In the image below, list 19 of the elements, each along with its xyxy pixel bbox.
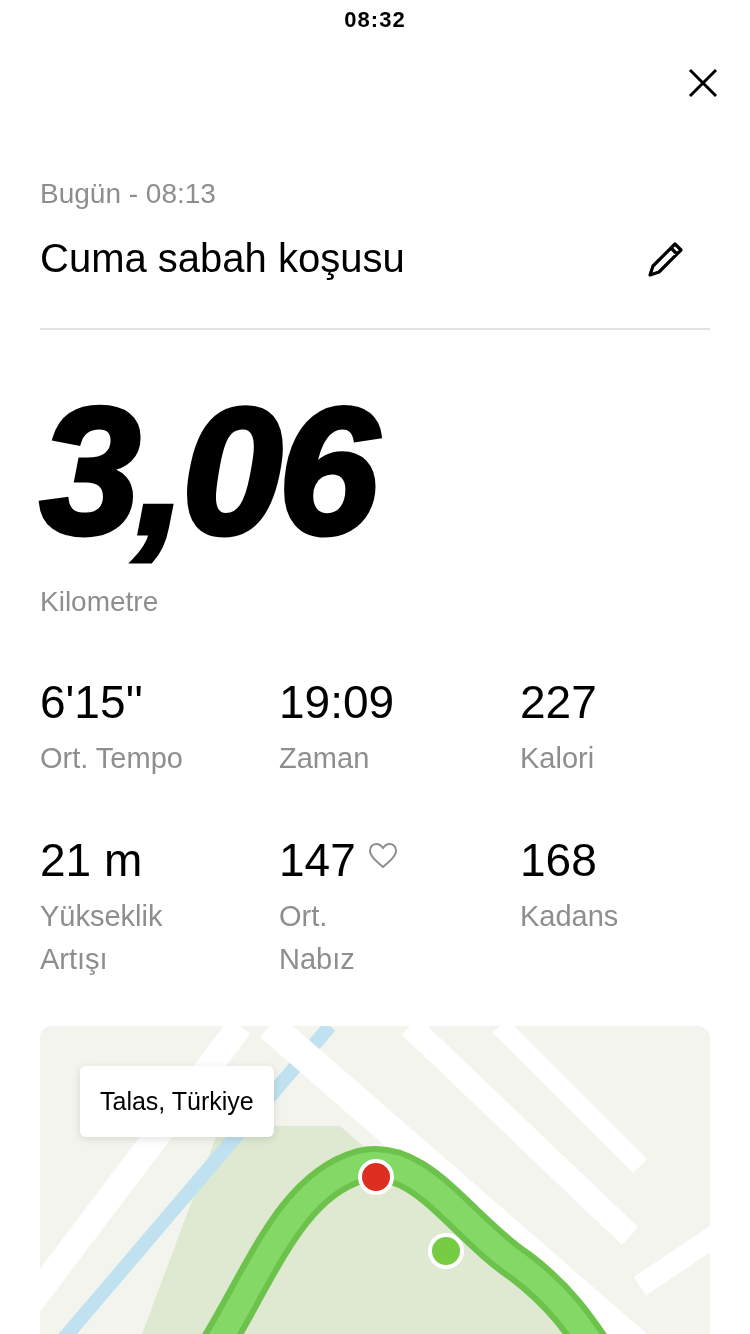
stat-label: Kalori: [520, 741, 596, 776]
stat-value: 21 m: [40, 833, 143, 887]
stat-value: 227: [520, 675, 597, 729]
stat-label: Ort. Tempo: [40, 741, 184, 776]
location-label: Talas, Türkiye: [80, 1066, 274, 1137]
stat-label: Yükseklik Artışı: [40, 899, 164, 977]
distance-unit: Kilometre: [40, 585, 160, 619]
stat-value: 168: [520, 833, 597, 887]
heart-icon: [367, 841, 398, 869]
stat-value: 147: [279, 833, 356, 887]
stat-label: Zaman: [279, 741, 371, 776]
status-time: 08:32: [344, 7, 406, 33]
stat-label: Kadans: [520, 899, 620, 934]
activity-title: Cuma sabah koşusu: [40, 235, 405, 282]
stat-value: 6'15'': [40, 675, 144, 729]
close-icon[interactable]: [688, 68, 718, 98]
stat-value: 19:09: [279, 675, 395, 729]
stat-label: Ort. Nabız: [279, 899, 356, 977]
activity-date: Bugün - 08:13: [40, 177, 217, 211]
